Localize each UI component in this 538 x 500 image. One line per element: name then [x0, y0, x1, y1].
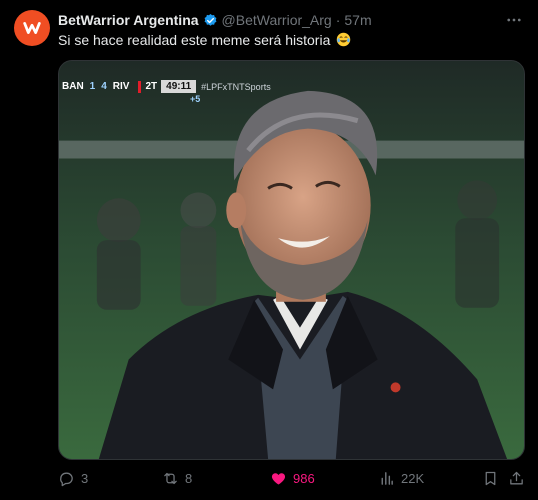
period: 2T: [145, 81, 158, 92]
avatar[interactable]: [14, 10, 50, 46]
repost-button[interactable]: 8: [162, 470, 192, 487]
timestamp[interactable]: 57m: [344, 11, 371, 29]
added-time: +5: [190, 94, 201, 104]
tweet-text-content: Si se hace realidad este meme será histo…: [58, 32, 331, 48]
match-clock: 49:11: [161, 80, 197, 93]
face-with-tears-of-joy-icon: [336, 32, 351, 47]
scoreboard-overlay: BAN 1 4 RIV 2T 49:11 #LPFxTNTSports: [59, 79, 271, 94]
away-score: 4: [101, 81, 107, 92]
red-card-marker: [138, 80, 142, 93]
heart-icon: [271, 473, 286, 485]
more-options-icon[interactable]: [504, 10, 524, 30]
verified-badge-icon: [203, 13, 218, 28]
action-bar: 3 8 986 22K: [58, 470, 523, 492]
home-score: 1: [89, 81, 96, 92]
tweet[interactable]: BetWarrior Argentina @BetWarrior_Arg · 5…: [0, 0, 538, 500]
reply-icon: [60, 472, 73, 487]
author-handle[interactable]: @BetWarrior_Arg: [222, 11, 332, 29]
tweet-text: Si se hace realidad este meme será histo…: [58, 31, 351, 50]
share-icon: [510, 471, 523, 485]
author-name[interactable]: BetWarrior Argentina: [58, 11, 199, 29]
like-count: 986: [293, 471, 315, 486]
bookmark-button[interactable]: [482, 470, 499, 487]
views-button[interactable]: 22K: [378, 470, 424, 487]
home-team: BAN: [62, 81, 84, 92]
betwarrior-logo-icon: [23, 22, 41, 34]
photo-coach-smiling: [59, 61, 524, 459]
away-team: RIV: [112, 81, 130, 92]
views-count: 22K: [401, 471, 425, 486]
reply-count: 3: [81, 471, 89, 486]
reply-button[interactable]: 3: [58, 470, 88, 487]
tweet-image[interactable]: BAN 1 4 RIV 2T 49:11 #LPFxTNTSports +5: [58, 60, 525, 460]
tweet-header: BetWarrior Argentina @BetWarrior_Arg · 5…: [58, 11, 372, 29]
share-button[interactable]: [508, 470, 525, 487]
repost-icon: [164, 472, 177, 485]
broadcast-hashtag: #LPFxTNTSports: [201, 81, 271, 92]
separator-dot: ·: [335, 12, 341, 28]
like-button[interactable]: 986: [270, 470, 315, 487]
views-chart-icon: [381, 472, 393, 485]
repost-count: 8: [185, 471, 193, 486]
bookmark-icon: [485, 471, 496, 486]
